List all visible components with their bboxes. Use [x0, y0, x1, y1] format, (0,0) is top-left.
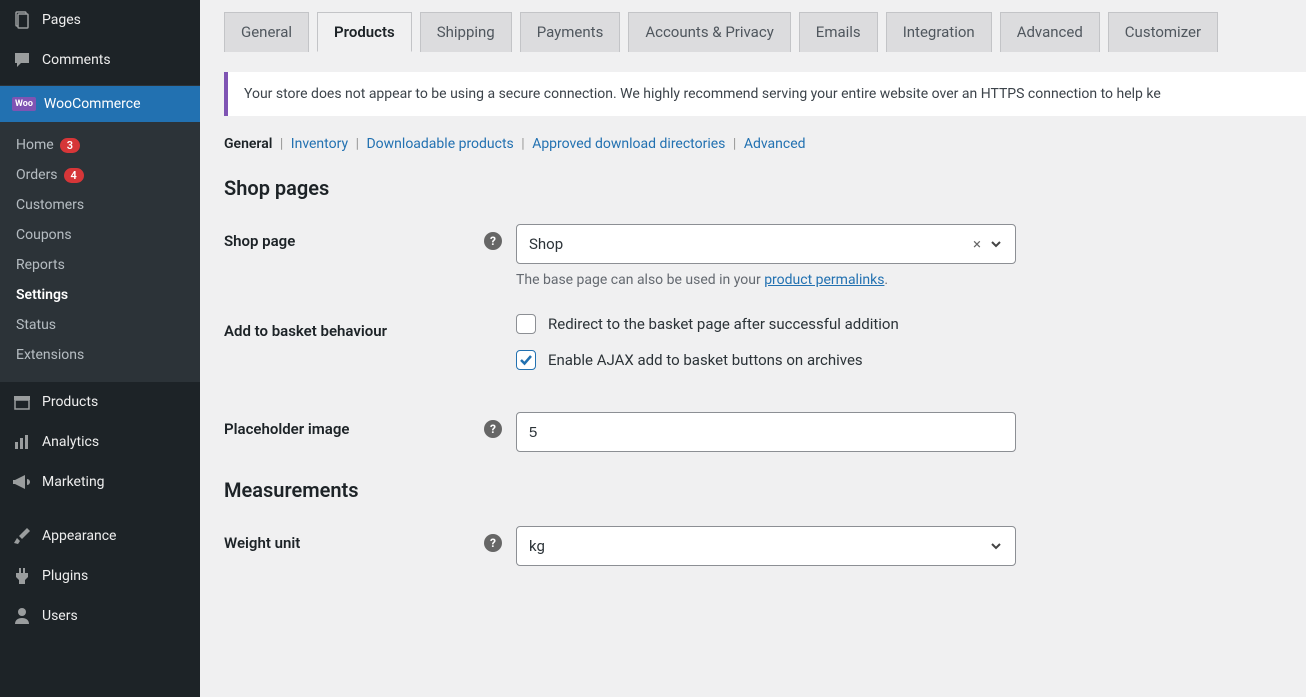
sidebar-item-marketing[interactable]: Marketing	[0, 462, 200, 502]
comment-icon	[12, 50, 32, 70]
sidebar-label: Users	[42, 608, 78, 624]
tab-shipping[interactable]: Shipping	[420, 12, 512, 52]
sidebar-label: Comments	[42, 52, 111, 68]
row-add-to-basket: Add to basket behaviour Redirect to the …	[224, 314, 1306, 386]
shop-page-value: Shop	[529, 235, 563, 253]
woocommerce-submenu: Home3Orders4CustomersCouponsReportsSetti…	[0, 122, 200, 382]
pages-icon	[12, 10, 32, 30]
product-permalinks-link[interactable]: product permalinks	[764, 272, 884, 288]
tab-general[interactable]: General	[224, 12, 309, 52]
sidebar-label: Marketing	[42, 474, 105, 490]
placeholder-image-input[interactable]	[516, 412, 1016, 452]
label-add-to-basket: Add to basket behaviour	[224, 322, 387, 340]
sidebar-item-woocommerce[interactable]: Woo WooCommerce	[0, 86, 200, 122]
label-shop-page: Shop page	[224, 232, 295, 250]
redirect-checkbox[interactable]	[516, 314, 536, 334]
megaphone-icon	[12, 472, 32, 492]
analytics-icon	[12, 432, 32, 452]
sidebar-item-pages[interactable]: Pages	[0, 0, 200, 40]
subtab-downloadable[interactable]: Downloadable products	[366, 136, 513, 152]
sidebar-label: Pages	[42, 12, 81, 28]
user-icon	[12, 606, 32, 626]
settings-tabs: GeneralProductsShippingPaymentsAccounts …	[224, 12, 1306, 52]
submenu-item-settings[interactable]: Settings	[0, 280, 200, 310]
count-badge: 4	[64, 168, 84, 183]
shop-page-description: The base page can also be used in your p…	[516, 272, 1306, 288]
submenu-item-customers[interactable]: Customers	[0, 190, 200, 220]
sidebar-item-appearance[interactable]: Appearance	[0, 516, 200, 556]
row-placeholder-image: Placeholder image ?	[224, 412, 1306, 452]
tab-accounts-privacy[interactable]: Accounts & Privacy	[628, 12, 790, 52]
submenu-item-extensions[interactable]: Extensions	[0, 340, 200, 370]
products-subtabs: General | Inventory | Downloadable produ…	[224, 136, 1306, 152]
clear-icon[interactable]: ×	[973, 235, 981, 253]
tab-advanced[interactable]: Advanced	[1000, 12, 1100, 52]
sidebar-label: Plugins	[42, 568, 88, 584]
sidebar-label: Analytics	[42, 434, 99, 450]
admin-sidebar: Pages Comments Woo WooCommerce Home3Orde…	[0, 0, 200, 697]
row-weight-unit: Weight unit ? kg	[224, 526, 1306, 566]
help-icon[interactable]: ?	[484, 420, 502, 438]
tab-products[interactable]: Products	[317, 12, 412, 52]
submenu-item-orders[interactable]: Orders4	[0, 160, 200, 190]
help-icon[interactable]: ?	[484, 534, 502, 552]
notice-text: Your store does not appear to be using a…	[244, 86, 1161, 102]
redirect-label: Redirect to the basket page after succes…	[548, 315, 899, 333]
ajax-checkbox[interactable]	[516, 350, 536, 370]
woo-icon: Woo	[12, 97, 36, 111]
subtab-general[interactable]: General	[224, 136, 272, 152]
chevron-down-icon	[989, 237, 1003, 251]
sidebar-item-products[interactable]: Products	[0, 382, 200, 422]
tab-payments[interactable]: Payments	[520, 12, 621, 52]
main-content: GeneralProductsShippingPaymentsAccounts …	[200, 0, 1306, 697]
sidebar-item-plugins[interactable]: Plugins	[0, 556, 200, 596]
subtab-advanced[interactable]: Advanced	[744, 136, 806, 152]
weight-unit-select[interactable]: kg	[516, 526, 1016, 566]
submenu-item-status[interactable]: Status	[0, 310, 200, 340]
section-shop-pages: Shop pages	[224, 176, 1306, 200]
shop-page-select[interactable]: Shop ×	[516, 224, 1016, 264]
label-placeholder-image: Placeholder image	[224, 420, 349, 438]
submenu-item-coupons[interactable]: Coupons	[0, 220, 200, 250]
ajax-label: Enable AJAX add to basket buttons on arc…	[548, 351, 863, 369]
submenu-item-reports[interactable]: Reports	[0, 250, 200, 280]
submenu-item-home[interactable]: Home3	[0, 130, 200, 160]
tab-customizer[interactable]: Customizer	[1108, 12, 1218, 52]
help-icon[interactable]: ?	[484, 232, 502, 250]
tab-emails[interactable]: Emails	[799, 12, 878, 52]
chevron-down-icon	[989, 539, 1003, 553]
archive-icon	[12, 392, 32, 412]
https-notice: Your store does not appear to be using a…	[224, 72, 1306, 116]
subtab-approved-dirs[interactable]: Approved download directories	[532, 136, 725, 152]
plugin-icon	[12, 566, 32, 586]
sidebar-item-comments[interactable]: Comments	[0, 40, 200, 80]
subtab-inventory[interactable]: Inventory	[291, 136, 348, 152]
section-measurements: Measurements	[224, 478, 1306, 502]
sidebar-item-analytics[interactable]: Analytics	[0, 422, 200, 462]
sidebar-label: Appearance	[42, 528, 116, 544]
brush-icon	[12, 526, 32, 546]
sidebar-item-users[interactable]: Users	[0, 596, 200, 636]
count-badge: 3	[60, 138, 80, 153]
sidebar-label: WooCommerce	[44, 96, 141, 112]
weight-unit-value: kg	[529, 537, 545, 555]
label-weight-unit: Weight unit	[224, 534, 300, 552]
sidebar-label: Products	[42, 394, 98, 410]
tab-integration[interactable]: Integration	[886, 12, 992, 52]
row-shop-page: Shop page ? Shop × The base page can als…	[224, 224, 1306, 288]
